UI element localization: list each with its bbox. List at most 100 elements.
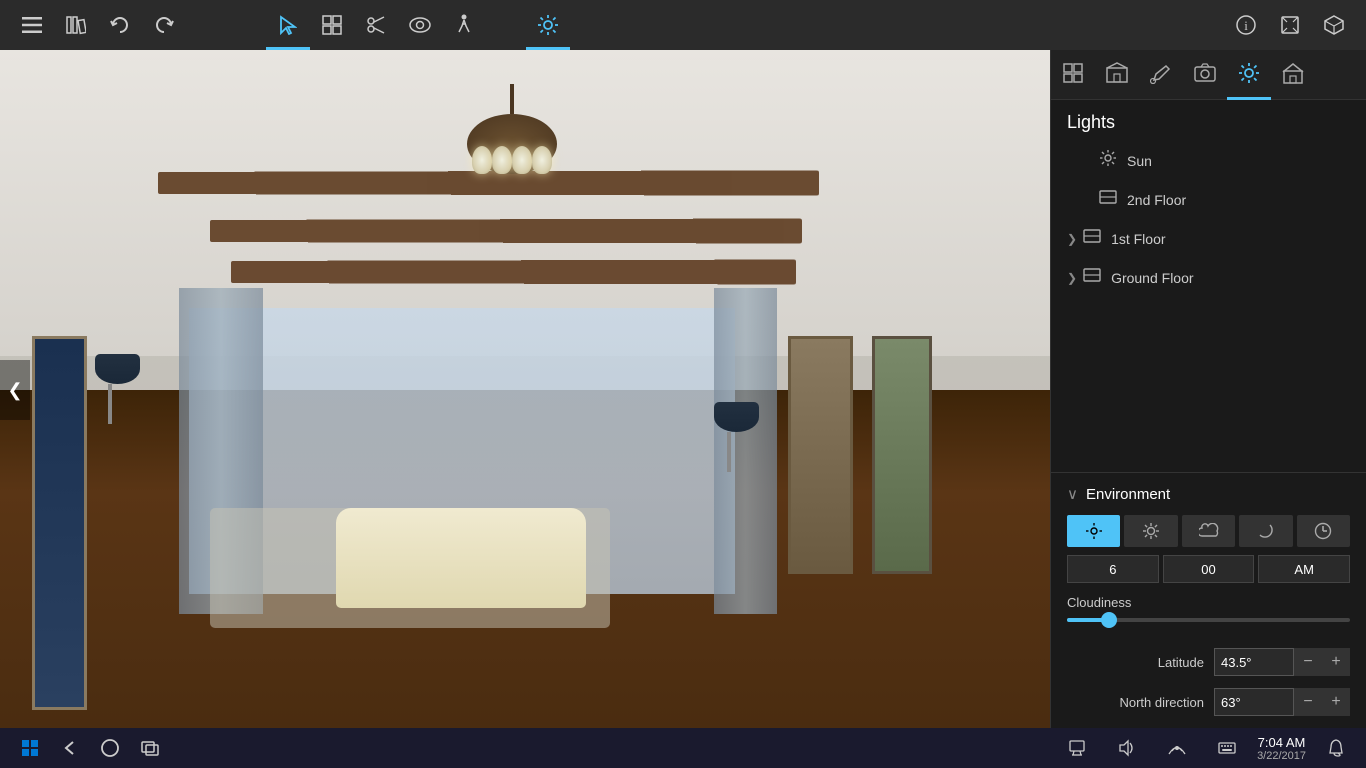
2nd-floor-item-label: 2nd Floor (1127, 192, 1186, 208)
clock-time: 7:04 AM (1257, 735, 1306, 750)
3d-icon[interactable] (1312, 0, 1356, 50)
lamp-left (95, 354, 125, 424)
home-button[interactable] (90, 728, 130, 768)
volume-icon[interactable] (1107, 728, 1147, 768)
latitude-minus-btn[interactable]: − (1294, 648, 1322, 676)
cloudiness-slider-thumb[interactable] (1101, 612, 1117, 628)
multitask-button[interactable] (130, 728, 170, 768)
night-preset-btn[interactable] (1239, 515, 1292, 547)
north-direction-input[interactable] (1214, 688, 1294, 716)
chandelier-chain (510, 84, 514, 114)
latitude-input[interactable] (1214, 648, 1294, 676)
sofa-cream (336, 508, 586, 608)
network-icon[interactable] (1157, 728, 1197, 768)
north-direction-plus-btn[interactable]: + (1322, 688, 1350, 716)
time-hour[interactable]: 6 (1067, 555, 1159, 583)
1st-floor-item-label: 1st Floor (1111, 231, 1165, 247)
bulb-1 (472, 146, 492, 174)
2ndfloor-light-icon (1099, 188, 1117, 211)
sun-toolbar-icon[interactable] (526, 0, 570, 50)
time-minutes[interactable]: 00 (1163, 555, 1255, 583)
menu-icon[interactable] (10, 0, 54, 50)
lights-header: Lights (1051, 100, 1366, 141)
select-icon[interactable] (266, 0, 310, 50)
time-ampm[interactable]: AM (1258, 555, 1350, 583)
structure-panel-tab[interactable] (1095, 50, 1139, 100)
paint-panel-tab[interactable] (1139, 50, 1183, 100)
top-toolbar: i (0, 0, 1366, 50)
library-icon[interactable] (54, 0, 98, 50)
environment-header[interactable]: ∨ Environment (1051, 473, 1366, 515)
artwork-left (32, 336, 87, 710)
sun-light-item[interactable]: Sun (1051, 141, 1366, 180)
north-direction-row: North direction − + (1051, 682, 1366, 722)
latitude-row: Latitude − + (1051, 642, 1366, 682)
2nd-floor-light-item[interactable]: 2nd Floor (1051, 180, 1366, 219)
ground-floor-light-item[interactable]: ❯ Ground Floor (1051, 258, 1366, 297)
panel-tabs (1051, 50, 1366, 100)
svg-text:i: i (1244, 18, 1248, 33)
cloudiness-slider[interactable] (1067, 618, 1350, 622)
day-preset-btn[interactable] (1067, 515, 1120, 547)
artwork-right-1 (788, 336, 853, 574)
chandelier (452, 84, 572, 304)
right-panel: Lights Sun 2nd Floor ❯ 1st Floor ❯ Groun… (1050, 50, 1366, 730)
latitude-plus-btn[interactable]: + (1322, 648, 1350, 676)
cloudy-preset-btn[interactable] (1182, 515, 1235, 547)
sun-item-label: Sun (1127, 153, 1152, 169)
lamp-left-stand (108, 384, 112, 424)
objects-icon[interactable] (310, 0, 354, 50)
sunny-preset-btn[interactable] (1124, 515, 1177, 547)
lamp-right (714, 402, 744, 472)
ground-floor-item-label: Ground Floor (1111, 270, 1193, 286)
lighting-panel-tab[interactable] (1227, 50, 1271, 100)
camera-panel-tab[interactable] (1183, 50, 1227, 100)
undo-icon[interactable] (98, 0, 142, 50)
environment-section: ∨ Environment 6 00 AM (1051, 472, 1366, 730)
taskbar: 7:04 AM 3/22/2017 (0, 728, 1366, 768)
1st-floor-light-item[interactable]: ❯ 1st Floor (1051, 219, 1366, 258)
redo-icon[interactable] (142, 0, 186, 50)
environment-chevron: ∨ (1067, 485, 1078, 503)
lamp-shade-left (95, 354, 140, 384)
bulb-2 (492, 146, 512, 174)
house-panel-tab[interactable] (1271, 50, 1315, 100)
artwork-right-2 (872, 336, 932, 574)
chandelier-body (467, 114, 557, 174)
eye-icon[interactable] (398, 0, 442, 50)
notification-icon[interactable] (1316, 728, 1356, 768)
back-button[interactable] (50, 728, 90, 768)
bulb-3 (512, 146, 532, 174)
info-icon[interactable]: i (1224, 0, 1268, 50)
sun-light-icon (1099, 149, 1117, 172)
walk-icon[interactable] (442, 0, 486, 50)
1stfloor-light-icon (1083, 227, 1101, 250)
env-time-buttons (1051, 515, 1366, 555)
start-button[interactable] (10, 728, 50, 768)
scissors-icon[interactable] (354, 0, 398, 50)
fullscreen-icon[interactable] (1268, 0, 1312, 50)
cloudiness-section: Cloudiness (1051, 595, 1366, 642)
1st-floor-expand-arrow[interactable]: ❯ (1067, 232, 1077, 246)
ground-floor-expand-arrow[interactable]: ❯ (1067, 271, 1077, 285)
environment-label: Environment (1086, 486, 1170, 503)
lamp-shade-right (714, 402, 759, 432)
bulb-4 (532, 146, 552, 174)
north-direction-minus-btn[interactable]: − (1294, 688, 1322, 716)
latitude-label: Latitude (1067, 655, 1204, 670)
objects-panel-tab[interactable] (1051, 50, 1095, 100)
groundfloor-light-icon (1083, 266, 1101, 289)
lamp-right-stand (727, 432, 731, 472)
cloudiness-label: Cloudiness (1067, 595, 1350, 610)
viewport[interactable]: ❮ (0, 50, 1050, 730)
system-tray-icon-1[interactable] (1057, 728, 1097, 768)
keyboard-icon[interactable] (1207, 728, 1247, 768)
time-display: 6 00 AM (1051, 555, 1366, 595)
nav-arrow-left[interactable]: ❮ (0, 360, 30, 420)
north-direction-label: North direction (1067, 695, 1204, 710)
left-arrow-icon: ❮ (7, 380, 22, 401)
clock-preset-btn[interactable] (1297, 515, 1350, 547)
taskbar-right: 7:04 AM 3/22/2017 (1057, 728, 1356, 768)
clock: 7:04 AM 3/22/2017 (1257, 735, 1306, 762)
clock-date: 3/22/2017 (1257, 750, 1306, 762)
